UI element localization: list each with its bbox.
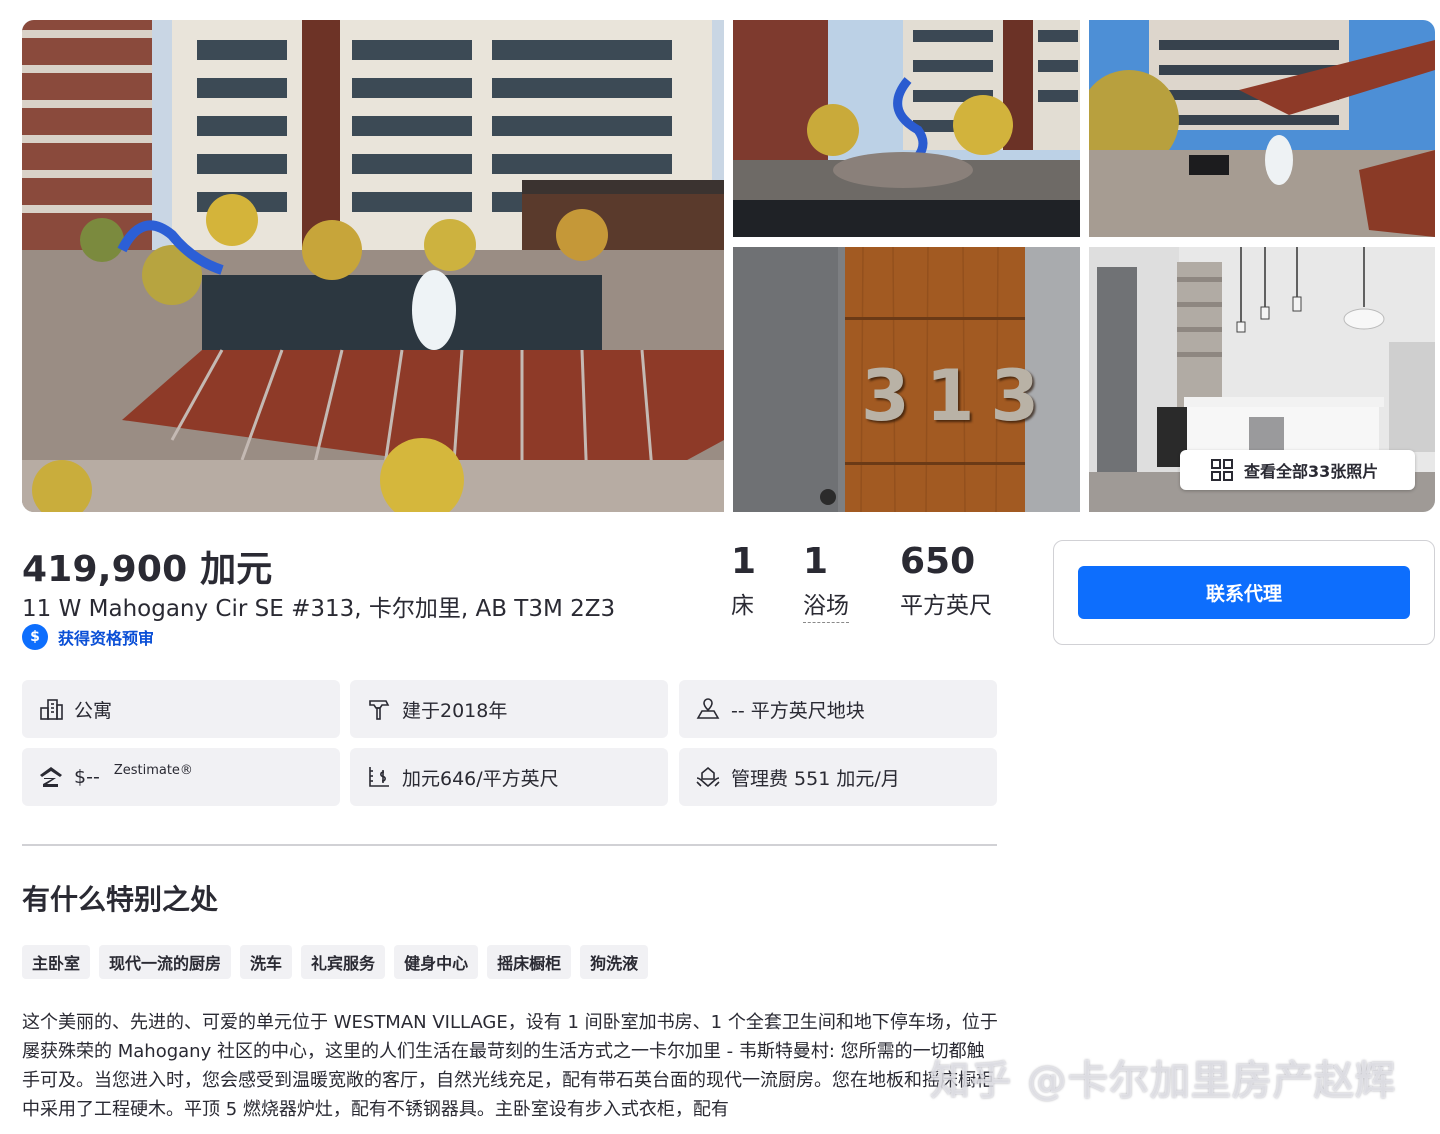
photo-main-courtyard[interactable]: [22, 20, 724, 512]
watermark-text: 知乎 @卡尔加里房产赵辉: [930, 1058, 1396, 1104]
fact-price-per-sqft: 加元646/平方英尺: [350, 748, 668, 806]
listing-address: 11 W Mahogany Cir SE #313, 卡尔加里, AB T3M …: [22, 596, 616, 622]
feature-tag: 摇床橱柜: [487, 945, 572, 979]
door-number-text: 313: [861, 355, 1056, 437]
fact-lot-size-text: -- 平方英尺地块: [731, 699, 865, 722]
contact-card: 联系代理: [1053, 540, 1435, 645]
fact-price-per-sqft-text: 加元646/平方英尺: [402, 767, 559, 790]
sqft-label: 平方英尺: [900, 593, 992, 619]
grid-icon: [1210, 458, 1234, 482]
feature-tags: 主卧室 现代一流的厨房 洗车 礼宾服务 健身中心 摇床橱柜 狗洗液: [22, 945, 649, 979]
special-section-title: 有什么特别之处: [22, 883, 219, 916]
beds-label: 床: [731, 593, 754, 619]
hammer-icon: [369, 700, 390, 720]
fact-home-type: 公寓: [22, 680, 340, 738]
prequalify-label: 获得资格预审: [58, 629, 155, 648]
price-sqft-icon: [369, 767, 389, 787]
building-icon: [40, 699, 63, 720]
photo-door-number[interactable]: 313: [733, 247, 1080, 512]
feature-tag: 礼宾服务: [301, 945, 386, 979]
sqft-count: 650: [900, 541, 976, 582]
feature-tag: 健身中心: [394, 945, 479, 979]
fact-zestimate: $-- Zestimate®: [22, 748, 340, 806]
photo-fountain[interactable]: [1089, 20, 1435, 237]
beds-count: 1: [731, 541, 757, 582]
sqft-stat: 650 平方英尺: [900, 540, 992, 620]
feature-tag: 狗洗液: [580, 945, 649, 979]
baths-label[interactable]: 浴场: [803, 586, 849, 623]
lot-pin-icon: [696, 698, 720, 719]
prequalify-link[interactable]: $ 获得资格预审: [22, 624, 154, 650]
fact-lot-size: -- 平方英尺地块: [679, 680, 997, 738]
view-all-photos-button[interactable]: 查看全部33张照片: [1180, 450, 1415, 490]
zestimate-icon: [40, 767, 62, 787]
fact-year-built: 建于2018年: [350, 680, 668, 738]
photo-playground[interactable]: [733, 20, 1080, 237]
section-divider: [22, 844, 997, 846]
feature-tag: 现代一流的厨房: [99, 945, 232, 979]
fact-zestimate-label[interactable]: Zestimate®: [114, 763, 193, 778]
beds-stat: 1 床: [731, 540, 756, 620]
listing-price: 419,900 加元: [22, 549, 273, 590]
fact-hoa-text: 管理费 551 加元/月: [731, 767, 900, 790]
fact-zestimate-value: $--: [74, 766, 100, 788]
contact-agent-button[interactable]: 联系代理: [1078, 566, 1410, 619]
dollar-icon: $: [22, 624, 48, 650]
fact-hoa: 管理费 551 加元/月: [679, 748, 997, 806]
fact-home-type-text: 公寓: [74, 699, 113, 722]
photo-gallery: 313 查看全部33张照片: [22, 20, 1435, 512]
hoa-hands-icon: [696, 766, 720, 788]
listing-description: 这个美丽的、先进的、可爱的单元位于 WESTMAN VILLAGE，设有 1 间…: [22, 1012, 998, 1120]
baths-stat: 1 浴场: [803, 540, 849, 623]
feature-tag: 主卧室: [22, 945, 91, 979]
view-all-photos-label: 查看全部33张照片: [1244, 462, 1379, 481]
feature-tag: 洗车: [240, 945, 293, 979]
baths-count: 1: [803, 541, 829, 582]
fact-year-built-text: 建于2018年: [402, 699, 508, 722]
